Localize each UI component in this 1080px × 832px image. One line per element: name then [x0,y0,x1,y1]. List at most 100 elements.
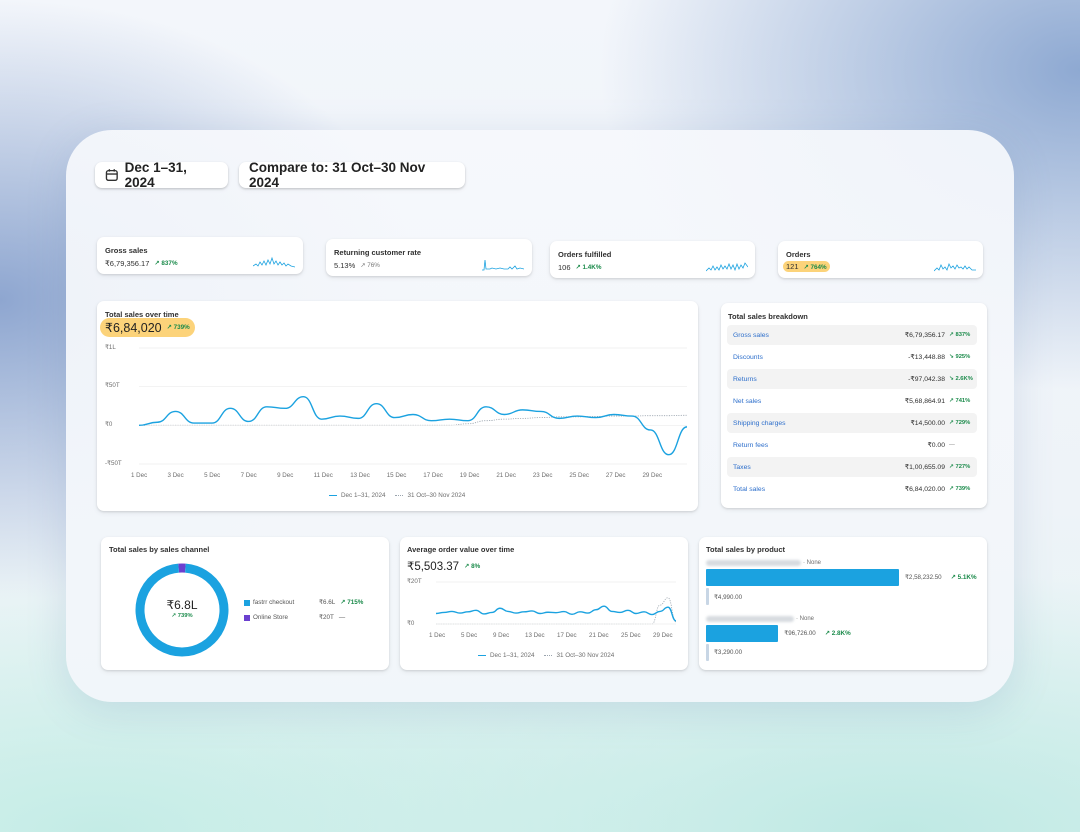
metric-delta: ↗ 764% [803,264,827,271]
x-tick: 25 Dec [621,632,641,639]
breakdown-label: Taxes [733,463,751,471]
compare-button[interactable]: Compare to: 31 Oct–30 Nov 2024 [239,160,465,190]
legend-current: Dec 1–31, 2024 [341,492,386,499]
legend-swatch [244,614,250,621]
breakdown-row[interactable]: Shipping charges ₹14,500.00 ↗ 729% [727,413,977,433]
channel-value: ₹6.6L [319,599,336,606]
breakdown-delta: ↗ 739% [949,486,971,492]
x-tick: 17 Dec [423,472,443,479]
metric-value: 106 ↗ 1.4K% [558,263,602,272]
breakdown-row[interactable]: Return fees ₹0.00 — [727,435,977,455]
x-tick: 17 Dec [557,632,577,639]
legend-previous: 31 Oct–30 Nov 2024 [556,652,615,659]
date-range-label: Dec 1–31, 2024 [124,160,187,190]
x-tick: 5 Dec [204,472,221,479]
breakdown-value: ₹6,79,356.17 [904,332,945,339]
sparkline [706,262,748,272]
aov-card: Average order value over time ₹5,503.37 ↗… [400,537,688,670]
product-bar-current [706,569,899,586]
total-sales-card: Total sales over time ₹6,84,020 ↗ 739% ₹… [97,301,698,511]
metric-card-orders-fulfilled[interactable]: Orders fulfilled 106 ↗ 1.4K% [550,241,755,278]
x-tick: 13 Dec [350,472,370,479]
product-name-redacted [706,560,801,566]
donut-center-value: ₹6.8L [166,598,198,612]
total-sales-line-chart [138,347,688,465]
product-value: ₹96,726.00 ↗ 2.8K% [784,630,851,637]
metric-delta: ↗ 76% [360,262,380,269]
legend-current: Dec 1–31, 2024 [490,652,535,659]
breakdown-row[interactable]: Returns -₹97,042.38 ↘ 2.6K% [727,369,977,389]
metric-value: 121 ↗ 764% [783,261,830,272]
x-tick: 1 Dec [429,632,446,639]
product-label: · None [706,560,821,566]
breakdown-label: Total sales [733,485,766,493]
channel-value: ₹20T [319,614,334,621]
x-tick: 15 Dec [386,472,407,479]
x-tick: 3 Dec [167,472,184,479]
breakdown-label: Shipping charges [733,419,786,427]
metric-title: Orders fulfilled [558,250,612,259]
breakdown-delta: ↗ 837% [949,332,971,338]
breakdown-value: ₹6,84,020.00 [904,486,945,493]
x-tick: 21 Dec [496,472,516,479]
legend-swatch [244,599,250,606]
chart-legend: Dec 1–31, 2024 31 Oct–30 Nov 2024 [478,652,614,659]
x-tick: 27 Dec [605,472,626,479]
channel-delta: — [338,614,346,621]
breakdown-row[interactable]: Gross sales ₹6,79,356.17 ↗ 837% [727,325,977,345]
x-tick: 5 Dec [461,632,478,639]
product-bar-previous [706,588,709,605]
metric-title: Returning customer rate [334,248,422,257]
donut-center-delta: ↗ 739% [171,613,193,619]
breakdown-card: Total sales breakdown Gross sales ₹6,79,3… [721,303,987,508]
card-title: Total sales by product [706,545,786,554]
sparkline [253,256,295,268]
breakdown-label: Discounts [733,353,763,361]
breakdown-row[interactable]: Discounts -₹13,448.88 ↘ 925% [727,347,977,367]
x-tick: 13 Dec [525,632,545,639]
date-range-button[interactable]: Dec 1–31, 2024 [95,160,228,190]
breakdown-value: ₹5,68,864.91 [904,398,945,405]
series-line-current [435,605,677,622]
product-label: · None [706,616,814,622]
breakdown-row[interactable]: Total sales ₹6,84,020.00 ↗ 739% [727,479,977,499]
x-tick: 19 Dec [459,472,480,479]
breakdown-row[interactable]: Taxes ₹1,00,655.09 ↗ 727% [727,457,977,477]
chart-legend: Dec 1–31, 2024 31 Oct–30 Nov 2024 [329,492,465,499]
breakdown-value: ₹0.00 [927,442,945,449]
sparkline [934,262,976,272]
product-bar-current [706,625,779,642]
metric-title: Gross sales [105,246,148,255]
channel-card: Total sales by sales channel ₹6.8L ↗ 739… [101,537,389,670]
metric-card-orders[interactable]: Orders 121 ↗ 764% [778,241,983,278]
product-bar-previous [706,644,709,661]
x-tick: 29 Dec [642,472,663,479]
metric-card-returning-rate[interactable]: Returning customer rate 5.13% ↗ 76% [326,239,532,276]
breakdown-delta: — [949,442,955,448]
legend-previous: 31 Oct–30 Nov 2024 [407,492,466,499]
x-tick: 23 Dec [532,472,553,479]
x-tick: 1 Dec [131,472,148,479]
products-card: Total sales by product · None ₹2,58,232.… [699,537,987,670]
channel-item: fastrr checkout ₹6.6L ↗ 715% [244,599,363,606]
metric-card-gross-sales[interactable]: Gross sales ₹6,79,356.17 ↗ 837% [97,237,303,274]
breakdown-label: Net sales [733,397,762,405]
product-value: ₹2,58,232.50 ↗ 5.1K% [905,574,977,581]
breakdown-label: Gross sales [733,331,769,339]
breakdown-value: ₹1,00,655.09 [904,464,945,471]
x-tick: 21 Dec [589,632,609,639]
breakdown-label: Return fees [733,441,769,449]
x-tick: 9 Dec [277,472,294,479]
breakdown-row[interactable]: Net sales ₹5,68,864.91 ↗ 741% [727,391,977,411]
card-title: Total sales breakdown [728,312,808,321]
x-tick: 11 Dec [313,472,333,479]
metric-title: Orders [786,250,811,259]
channel-delta: ↗ 715% [340,599,364,606]
x-tick: 9 Dec [493,632,510,639]
x-tick: 25 Dec [569,472,589,479]
compare-label: Compare to: 31 Oct–30 Nov 2024 [249,160,426,190]
metric-delta: ↗ 837% [154,260,178,267]
product-prev-value: ₹4,990.00 [714,594,743,601]
breakdown-value: -₹13,448.88 [908,354,945,361]
breakdown-delta: ↗ 729% [949,420,971,426]
